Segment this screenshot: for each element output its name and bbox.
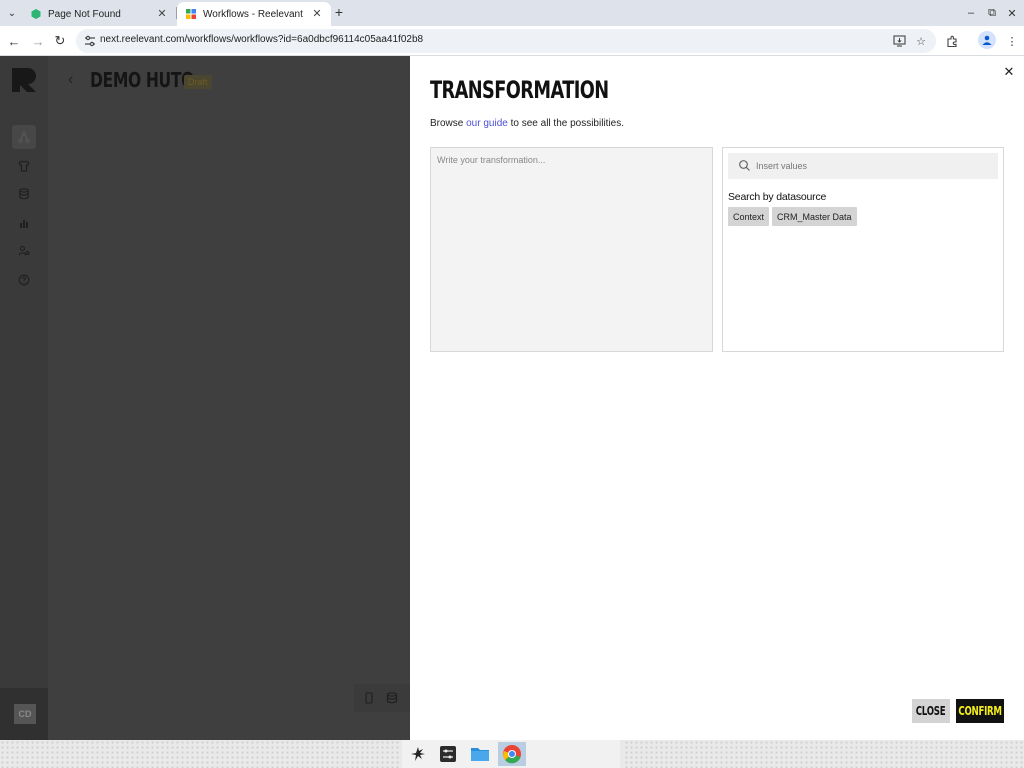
tab-page-not-found[interactable]: Page Not Found ✕ <box>22 2 176 26</box>
taskbar-pattern <box>624 740 1024 768</box>
browser-menu-icon[interactable]: ⋮ <box>1004 33 1020 49</box>
workflow-title: DEMO HUTO <box>90 68 194 92</box>
tab-title: Workflows - Reelevant <box>203 8 303 20</box>
browser-toolbar: ← → ↻ next.reelevant.com/workflows/workf… <box>0 26 1024 56</box>
reload-icon[interactable]: ↻ <box>52 33 68 49</box>
datasource-label: Search by datasource <box>728 191 827 203</box>
datasource-chips: Context CRM_Master Data <box>728 207 857 226</box>
bookmark-star-icon[interactable]: ☆ <box>914 34 928 48</box>
os-taskbar <box>0 740 1024 768</box>
database-icon[interactable] <box>385 691 399 705</box>
guide-link[interactable]: our guide <box>466 118 508 129</box>
user-menu[interactable]: CD <box>0 688 48 740</box>
browser-tab-strip: ⌄ Page Not Found ✕ Workflows - Reelevant… <box>0 0 1024 26</box>
transformation-modal: ✕ TRANSFORMATION Browse our guide to see… <box>410 56 1024 740</box>
reelevant-favicon-icon <box>186 9 196 19</box>
window-close-icon[interactable]: ✕ <box>1004 5 1020 21</box>
guide-text-suffix: to see all the possibilities. <box>507 118 624 129</box>
datasource-chip-context[interactable]: Context <box>728 207 770 226</box>
url-text: next.reelevant.com/workflows/workflows?i… <box>100 34 424 45</box>
new-tab-plus-icon[interactable]: + <box>332 5 346 19</box>
restore-icon[interactable]: ⧉ <box>984 5 1000 21</box>
chrome-beta-icon[interactable] <box>498 742 526 766</box>
close-button-label: CLOSE <box>916 704 946 718</box>
forward-arrow-icon[interactable]: → <box>30 33 46 49</box>
values-search-input[interactable] <box>756 157 992 175</box>
mobile-device-icon[interactable] <box>362 691 376 705</box>
help-icon[interactable] <box>16 272 32 288</box>
bar-chart-icon[interactable] <box>16 215 32 231</box>
guide-text: Browse our guide to see all the possibil… <box>430 118 624 129</box>
tab-close-icon[interactable]: ✕ <box>156 8 168 20</box>
tab-title: Page Not Found <box>48 8 121 20</box>
tab-workflows[interactable]: Workflows - Reelevant ✕ <box>177 2 331 26</box>
app-launcher-icon[interactable] <box>404 742 432 766</box>
shirt-icon[interactable] <box>16 158 32 174</box>
avatar[interactable]: CD <box>14 704 36 724</box>
workflow-icon[interactable] <box>12 125 36 149</box>
values-panel: Search by datasource Context CRM_Master … <box>722 147 1004 352</box>
tab-close-icon[interactable]: ✕ <box>311 8 323 20</box>
modal-title: TRANSFORMATION <box>430 76 609 104</box>
close-icon[interactable]: ✕ <box>1002 65 1016 79</box>
canvas-toolbar <box>354 684 410 712</box>
reelevant-favicon-icon <box>31 9 41 19</box>
file-manager-icon[interactable] <box>466 742 494 766</box>
transformation-editor[interactable] <box>430 147 713 352</box>
back-chevron-icon[interactable]: ‹ <box>68 72 82 88</box>
guide-text-prefix: Browse <box>430 118 467 129</box>
status-badge: Draft <box>184 75 212 89</box>
minimize-icon[interactable]: – <box>963 5 979 21</box>
taskbar-apps <box>402 740 620 768</box>
taskbar-pattern <box>0 740 400 768</box>
datasource-chip-crm-master-data[interactable]: CRM_Master Data <box>772 207 857 226</box>
confirm-button-label: CONFIRM <box>958 704 1002 718</box>
reelevant-logo-icon <box>12 68 36 92</box>
install-app-icon[interactable] <box>892 34 906 48</box>
address-bar[interactable]: next.reelevant.com/workflows/workflows?i… <box>76 29 936 53</box>
settings-mixer-icon[interactable] <box>434 742 462 766</box>
search-icon <box>739 160 750 171</box>
extensions-icon[interactable] <box>944 33 960 49</box>
database-icon[interactable] <box>16 186 32 202</box>
back-arrow-icon[interactable]: ← <box>6 33 22 49</box>
profile-avatar-icon[interactable] <box>978 31 996 49</box>
close-button[interactable]: CLOSE <box>912 699 950 723</box>
tab-search-chevron-icon[interactable]: ⌄ <box>4 5 20 21</box>
confirm-button[interactable]: CONFIRM <box>956 699 1004 723</box>
values-search <box>728 153 998 179</box>
user-settings-icon[interactable] <box>16 243 32 259</box>
site-settings-icon[interactable] <box>83 34 97 48</box>
app-sidebar: CD <box>0 56 48 740</box>
